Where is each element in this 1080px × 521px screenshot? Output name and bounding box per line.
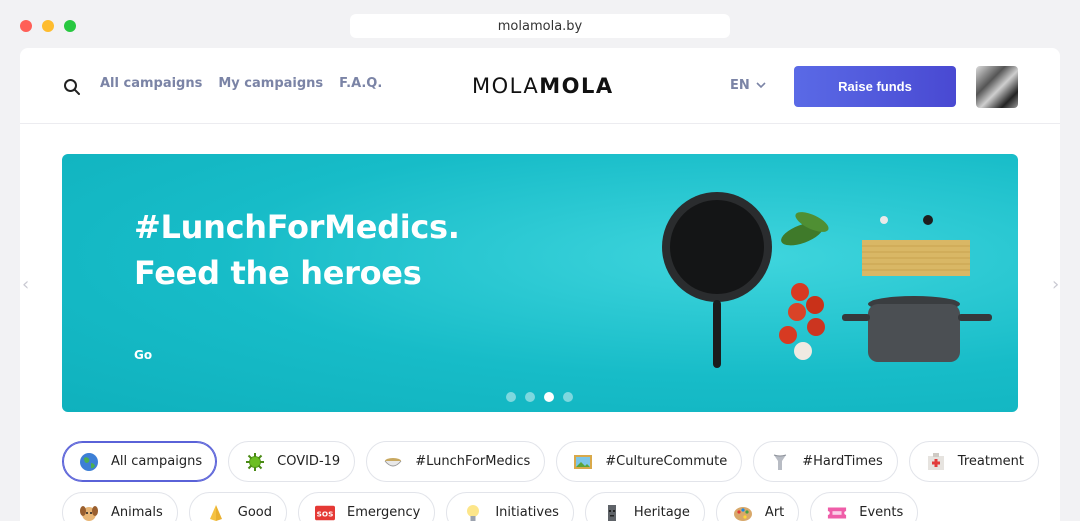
carousel-prev-arrow[interactable]: ‹: [22, 274, 32, 295]
slide-dot-4[interactable]: [563, 392, 573, 402]
chevron-down-icon: [756, 82, 766, 89]
chip-heritage[interactable]: Heritage: [584, 492, 705, 521]
moai-icon: [602, 503, 622, 521]
hero-title-line2: Feed the heroes: [134, 254, 422, 292]
cookware-illustration: [662, 192, 992, 368]
raise-funds-button[interactable]: Raise funds: [794, 66, 956, 107]
chip-label: #HardTimes: [802, 454, 883, 469]
chip-events[interactable]: Events: [810, 492, 919, 521]
nav-my-campaigns[interactable]: My campaigns: [218, 76, 323, 91]
virus-icon: [245, 452, 265, 472]
chip-initiatives[interactable]: Initiatives: [446, 492, 574, 521]
language-selector[interactable]: EN: [730, 78, 766, 93]
svg-text:SOS: SOS: [317, 509, 334, 518]
chip-art[interactable]: Art: [715, 492, 800, 521]
slide-dot-2[interactable]: [525, 392, 535, 402]
chip-covid-19[interactable]: COVID-19: [228, 441, 356, 482]
chip-hardtimes[interactable]: #HardTimes: [753, 441, 898, 482]
carousel-next-arrow[interactable]: ›: [1052, 274, 1060, 295]
slide-dot-3[interactable]: [544, 392, 554, 402]
logo-light: MOLA: [472, 74, 540, 98]
hero-title-line1: #LunchForMedics.: [134, 208, 460, 246]
window-controls: [20, 20, 76, 32]
chip-treatment[interactable]: Treatment: [908, 441, 1039, 482]
main-nav: All campaigns My campaigns F.A.Q.: [100, 76, 382, 91]
praying-hands-icon: [206, 503, 226, 521]
sos-icon: SOS: [315, 503, 335, 521]
slide-dot-1[interactable]: [506, 392, 516, 402]
globe-icon: [79, 452, 99, 472]
search-icon[interactable]: [62, 77, 82, 97]
chip-label: Animals: [111, 505, 163, 520]
chip-label: Treatment: [957, 454, 1024, 469]
url-text: molamola.by: [497, 18, 583, 34]
site-header: All campaigns My campaigns F.A.Q. MOLAMO…: [20, 48, 1060, 124]
hardtimes-icon: [770, 452, 790, 472]
slide-indicators: [506, 392, 573, 402]
category-chips-row-1: All campaigns COVID-19 #LunchForMedics #…: [62, 441, 1039, 482]
category-chips-row-2: Animals Good SOS Emergency Initiatives H…: [62, 492, 919, 521]
address-bar[interactable]: molamola.by: [350, 14, 730, 38]
nav-all-campaigns[interactable]: All campaigns: [100, 76, 202, 91]
chip-all-campaigns[interactable]: All campaigns: [62, 441, 218, 482]
nav-faq[interactable]: F.A.Q.: [339, 76, 382, 91]
logo-bold: MOLA: [539, 74, 614, 98]
ticket-icon: [827, 503, 847, 521]
avatar[interactable]: [976, 66, 1018, 108]
page: All campaigns My campaigns F.A.Q. MOLAMO…: [20, 48, 1060, 521]
maximize-window-button[interactable]: [64, 20, 76, 32]
chip-lunchformedics[interactable]: #LunchForMedics: [366, 441, 546, 482]
chip-label: All campaigns: [111, 454, 203, 469]
minimize-window-button[interactable]: [42, 20, 54, 32]
hospital-icon: [926, 452, 946, 472]
language-label: EN: [730, 78, 750, 93]
bowl-icon: [383, 452, 403, 472]
chip-emergency[interactable]: SOS Emergency: [298, 492, 436, 521]
framed-picture-icon: [573, 452, 593, 472]
chip-label: Art: [764, 505, 785, 520]
light-bulb-icon: [463, 503, 483, 521]
chip-label: Emergency: [347, 505, 421, 520]
chip-label: Heritage: [633, 505, 690, 520]
chip-label: #CultureCommute: [605, 454, 728, 469]
hero-title: #LunchForMedics. Feed the heroes: [134, 204, 460, 296]
chip-label: Events: [859, 505, 904, 520]
palette-icon: [733, 503, 753, 521]
chip-label: Good: [237, 505, 272, 520]
hero-go-link[interactable]: Go: [134, 348, 152, 362]
hero-banner[interactable]: #LunchForMedics. Feed the heroes Go: [62, 154, 1018, 412]
chip-animals[interactable]: Animals: [62, 492, 178, 521]
chip-label: #LunchForMedics: [415, 454, 531, 469]
chip-label: COVID-19: [277, 454, 341, 469]
chip-label: Initiatives: [495, 505, 559, 520]
chip-culturecommute[interactable]: #CultureCommute: [556, 441, 743, 482]
site-logo[interactable]: MOLAMOLA: [472, 74, 614, 98]
dog-icon: [79, 503, 99, 521]
close-window-button[interactable]: [20, 20, 32, 32]
chip-good[interactable]: Good: [188, 492, 287, 521]
